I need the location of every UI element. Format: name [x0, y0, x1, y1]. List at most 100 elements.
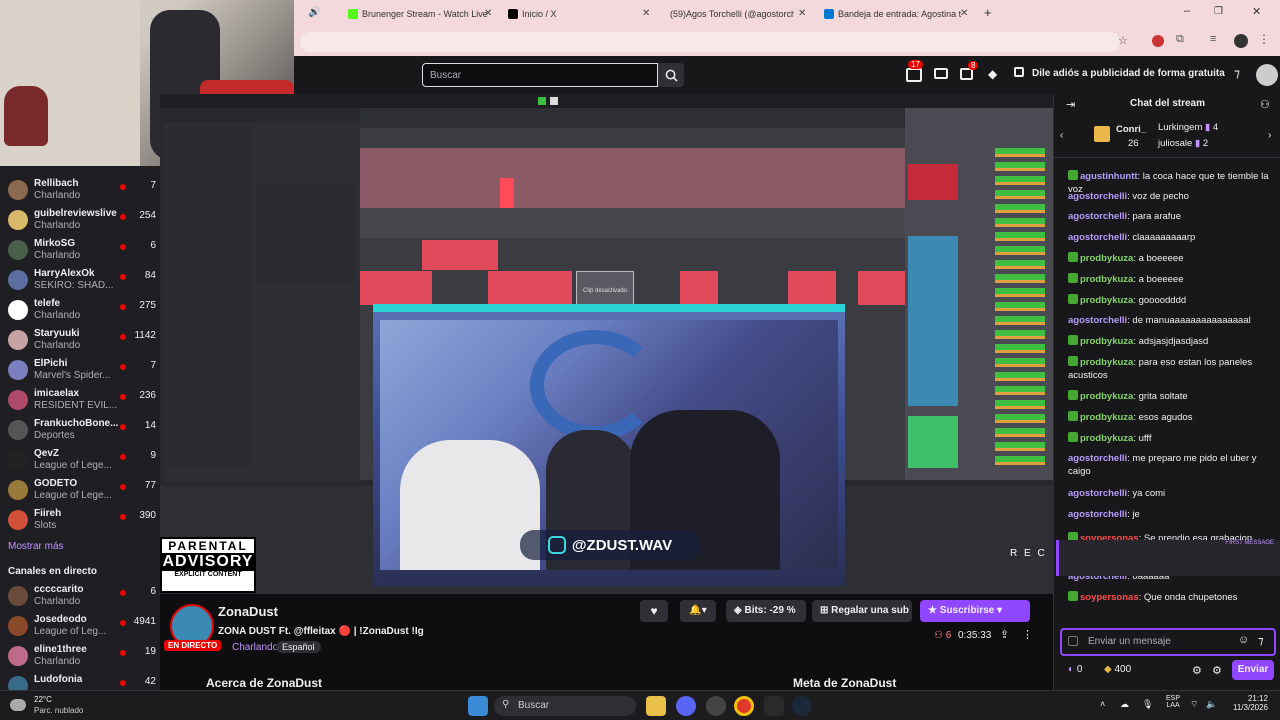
- notification-bell-button[interactable]: 🔔▾: [680, 600, 716, 622]
- sidebar-channel[interactable]: FrankuchoBone... Deportes 14: [6, 416, 156, 446]
- search-input[interactable]: Buscar: [422, 63, 658, 87]
- profile-avatar[interactable]: [1234, 34, 1248, 48]
- chat-username[interactable]: agostorchelli: [1068, 509, 1127, 520]
- close-tab-icon[interactable]: ✕: [798, 8, 806, 19]
- discord-icon[interactable]: [676, 696, 696, 716]
- taskbar-search[interactable]: ⚲ Buscar: [494, 696, 636, 716]
- sidebar-channel[interactable]: Rellibach Charlando 7: [6, 176, 156, 206]
- subscribe-button[interactable]: ★ Suscribirse ▾: [920, 600, 1030, 622]
- minimize-icon[interactable]: –: [1184, 5, 1190, 17]
- chat-username[interactable]: prodbykuza: [1080, 253, 1133, 264]
- chevron-left-icon[interactable]: ‹: [1060, 130, 1063, 141]
- sidebar-channel[interactable]: eline1three Charlando 19: [6, 642, 156, 672]
- volume-icon[interactable]: 🔈: [1206, 699, 1217, 710]
- chat-username[interactable]: agostorchelli: [1068, 453, 1127, 464]
- chevron-right-icon[interactable]: ›: [1268, 130, 1271, 141]
- fl-studio-icon[interactable]: [764, 696, 784, 716]
- close-window-icon[interactable]: ✕: [1252, 5, 1261, 18]
- category-link[interactable]: Charlando: [232, 642, 278, 653]
- prime-loot-icon[interactable]: [906, 68, 922, 82]
- video-player[interactable]: Clip desactivado PARENTAL ADVISORY EXPLI…: [160, 94, 1053, 594]
- ad-free-link[interactable]: Dile adiós a publicidad de forma gratuit…: [1032, 68, 1225, 79]
- wifi-icon[interactable]: ⌔: [1190, 699, 1198, 710]
- sidebar-channel[interactable]: HarryAlexOk SEKIRO: SHAD... 84: [6, 266, 156, 296]
- user-avatar[interactable]: [1256, 64, 1278, 86]
- search-button[interactable]: [658, 63, 684, 87]
- language-tag[interactable]: Español: [276, 641, 321, 653]
- share-icon[interactable]: ⇪: [1000, 628, 1009, 641]
- url-field[interactable]: [300, 32, 1120, 52]
- chat-username[interactable]: soypersonas: [1080, 592, 1139, 603]
- close-tab-icon[interactable]: ✕: [960, 8, 968, 19]
- sidebar-channel[interactable]: GODETO League of Lege... 77: [6, 476, 156, 506]
- sidebar-channel[interactable]: Fiireh Slots 390: [6, 506, 156, 536]
- sidebar-channel[interactable]: guibelreviewslive Charlando 254: [6, 206, 156, 236]
- bits-button[interactable]: ◈ Bits: -29 %: [726, 600, 806, 622]
- crown-icon[interactable]: ◆: [988, 67, 997, 81]
- chat-username[interactable]: prodbykuza: [1080, 274, 1133, 285]
- follow-heart-button[interactable]: ♥: [640, 600, 668, 622]
- bookmark-star-icon[interactable]: ☆: [1118, 34, 1128, 47]
- channel-points[interactable]: ◐ 0: [1068, 664, 1082, 675]
- badge-icon[interactable]: [1068, 636, 1078, 646]
- sidebar-channel[interactable]: QevZ League of Lege... 9: [6, 446, 156, 476]
- sidebar-channel[interactable]: cccccarito Charlando 6: [6, 582, 156, 612]
- chat-header: Chat del stream: [1129, 98, 1206, 109]
- puzzle-icon[interactable]: ⧉: [1176, 33, 1184, 46]
- sidebar-channel[interactable]: Josedeodo League of Leg... 4941: [6, 612, 156, 642]
- channel-name[interactable]: ZonaDust: [218, 604, 278, 619]
- browser-tab[interactable]: Inicio / X: [508, 4, 638, 24]
- chat-username[interactable]: prodbykuza: [1080, 433, 1133, 444]
- translate-icon[interactable]: ⁊: [1234, 66, 1240, 80]
- new-tab-button[interactable]: +: [984, 5, 992, 20]
- chat-username[interactable]: prodbykuza: [1080, 391, 1133, 402]
- sidebar-channel[interactable]: ElPichi Marvel's Spider... 7: [6, 356, 156, 386]
- close-tab-icon[interactable]: ✕: [484, 8, 492, 19]
- mic-icon[interactable]: 🎙: [1142, 699, 1153, 710]
- tray-chevron-icon[interactable]: ˄: [1100, 699, 1105, 709]
- settings-icon[interactable]: ⚙: [1212, 664, 1222, 677]
- sidebar-channel[interactable]: Staryuuki Charlando 1142: [6, 326, 156, 356]
- community-icon[interactable]: ⚇: [1260, 98, 1270, 111]
- sidebar-channel[interactable]: imicaelax RESIDENT EVIL... 236: [6, 386, 156, 416]
- clock[interactable]: 21:12 11/3/2026: [1228, 694, 1268, 712]
- chat-username[interactable]: prodbykuza: [1080, 295, 1133, 306]
- reading-list-icon[interactable]: ≡: [1210, 33, 1216, 45]
- chrome-icon[interactable]: [734, 696, 754, 716]
- send-button[interactable]: Enviar: [1232, 660, 1274, 680]
- translate-icon[interactable]: ⁊: [1258, 634, 1263, 647]
- gift-sub-button[interactable]: ⊞ Regalar una sub: [812, 600, 912, 622]
- emote-icon[interactable]: ☺: [1238, 634, 1249, 646]
- chat-username[interactable]: prodbykuza: [1080, 357, 1133, 368]
- windows-start-icon[interactable]: [468, 696, 488, 716]
- audio-icon[interactable]: 🔊: [308, 7, 320, 18]
- bits-balance[interactable]: ◆ 400: [1104, 664, 1131, 675]
- file-explorer-icon[interactable]: [646, 696, 666, 716]
- chat-username[interactable]: prodbykuza: [1080, 412, 1133, 423]
- chat-username[interactable]: agostorchelli: [1068, 232, 1127, 243]
- language-indicator[interactable]: ESP LAA: [1166, 695, 1180, 709]
- browser-tab[interactable]: (59)Agos Torchelli (@agostorch: [666, 4, 794, 24]
- show-more-link[interactable]: Mostrar más: [8, 541, 64, 552]
- sidebar-channel[interactable]: telefe Charlando 275: [6, 296, 156, 326]
- network-icon[interactable]: ☁: [1120, 699, 1129, 710]
- extension-icon[interactable]: [1152, 35, 1164, 47]
- hype-icon[interactable]: ⚙: [1192, 664, 1202, 677]
- chat-username[interactable]: agostorchelli: [1068, 211, 1127, 222]
- maximize-icon[interactable]: ❐: [1214, 6, 1223, 17]
- menu-dots-icon[interactable]: ⋮: [1258, 32, 1270, 46]
- more-options-icon[interactable]: ⋮: [1022, 628, 1033, 641]
- chat-username[interactable]: agostorchelli: [1068, 315, 1127, 326]
- steam-icon[interactable]: [792, 696, 812, 716]
- sidebar-channel[interactable]: MirkoSG Charlando 6: [6, 236, 156, 266]
- browser-tab[interactable]: Bandeja de entrada: Agostina t: [824, 4, 964, 24]
- close-tab-icon[interactable]: ✕: [642, 8, 650, 19]
- chat-input[interactable]: Enviar un mensaje ☺ ⁊: [1060, 628, 1276, 656]
- browser-tab[interactable]: Brunenger Stream - Watch Live: [348, 4, 498, 24]
- chat-username[interactable]: agostorchelli: [1068, 191, 1127, 202]
- app-icon[interactable]: [706, 696, 726, 716]
- chat-username[interactable]: agustinhuntt: [1080, 171, 1138, 182]
- inbox-icon[interactable]: [934, 68, 948, 79]
- chat-username[interactable]: agostorchelli: [1068, 488, 1127, 499]
- chat-username[interactable]: prodbykuza: [1080, 336, 1133, 347]
